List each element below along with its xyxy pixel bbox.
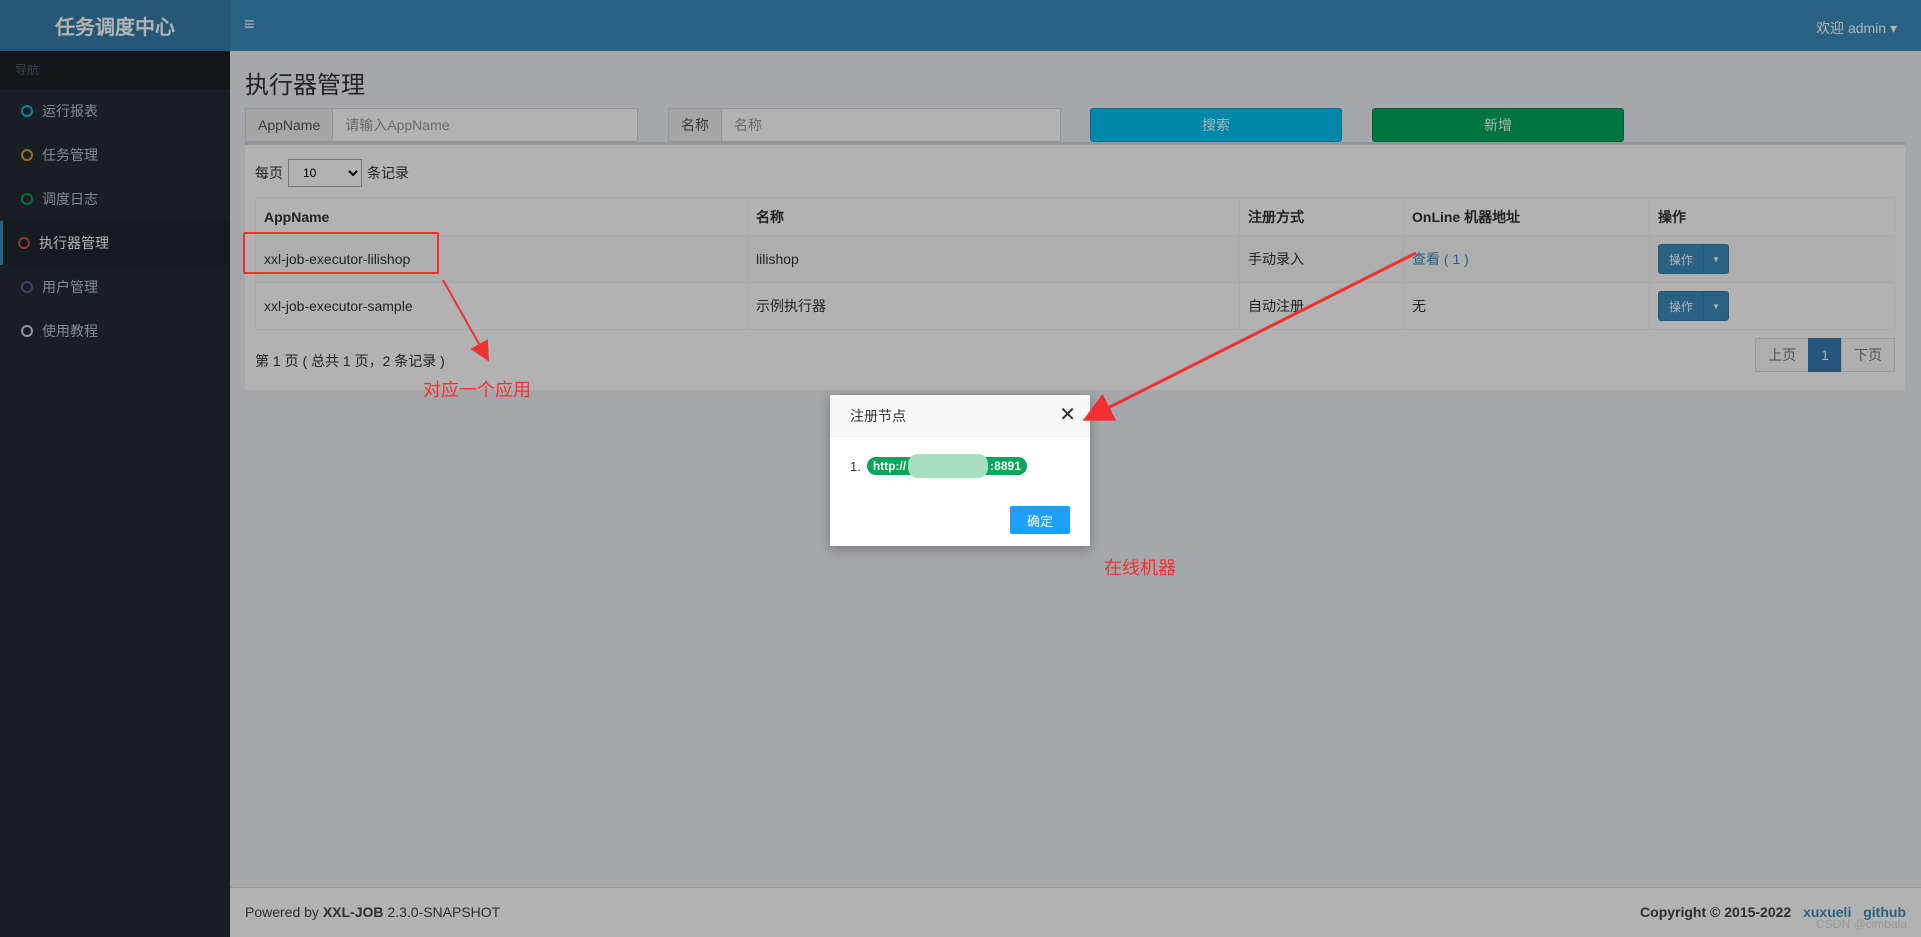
watermark: CSDN @cimbala <box>1816 917 1907 931</box>
arrow-to-dialog <box>1082 251 1417 421</box>
annotation-machine: 在线机器 <box>1104 558 1176 578</box>
annotation-arrows <box>442 251 1417 421</box>
arrow-to-app-note <box>442 279 489 362</box>
annotation-app: 对应一个应用 <box>423 380 531 400</box>
